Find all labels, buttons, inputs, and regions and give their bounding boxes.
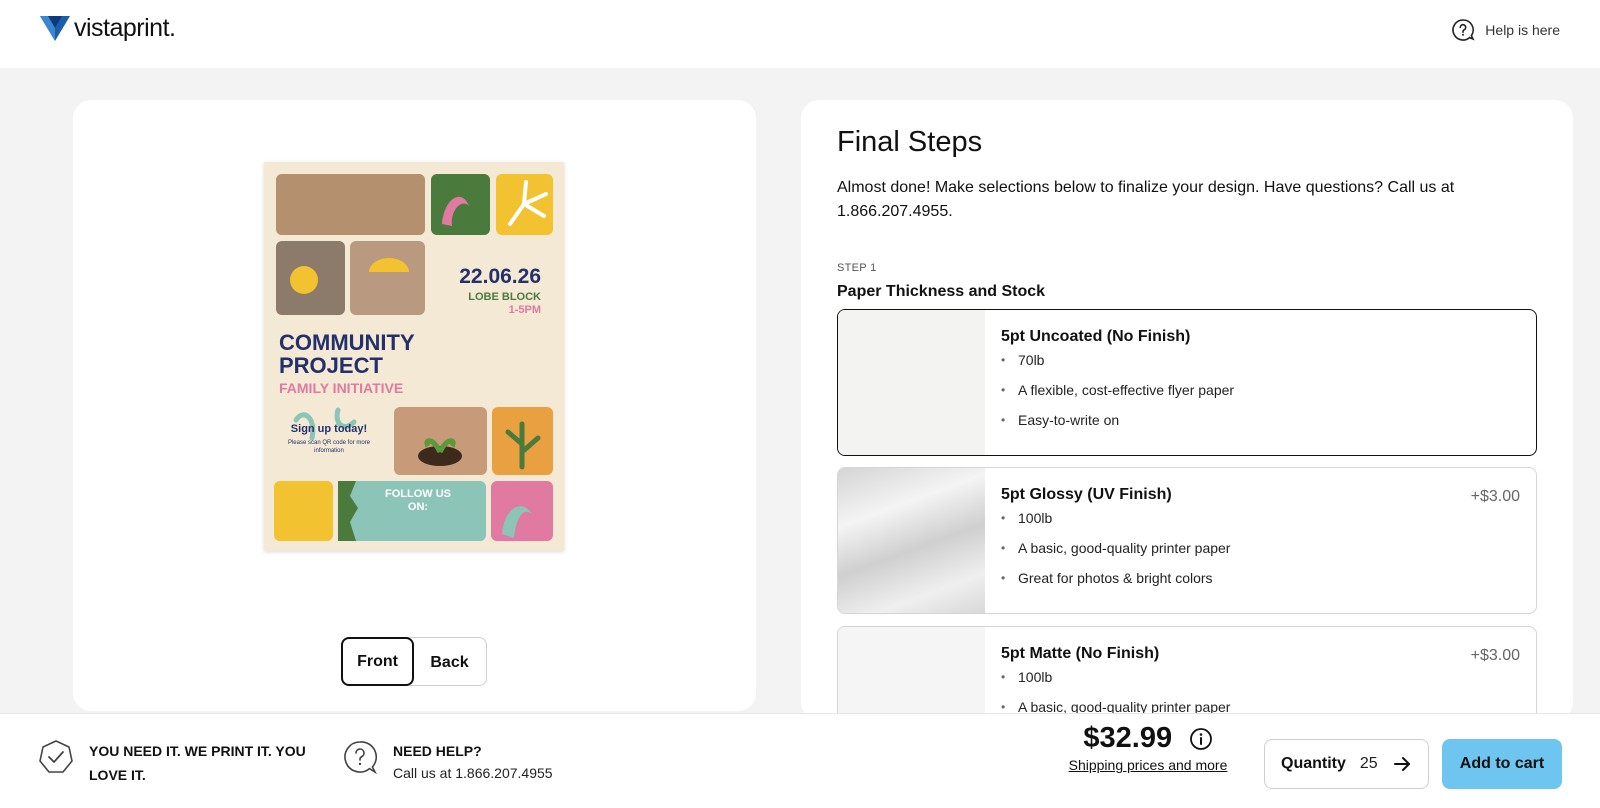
- promo-text: YOU NEED IT. WE PRINT IT. YOU LOVE IT.: [89, 743, 306, 783]
- paper-option-bullet: 100lb: [1001, 669, 1230, 699]
- flyer-date: 22.06.26: [459, 265, 541, 288]
- help-link[interactable]: Help is here: [1451, 18, 1560, 42]
- total-price: $32.99: [1083, 722, 1173, 754]
- need-help-block[interactable]: NEED HELP? Call us at 1.866.207.4955: [342, 739, 553, 783]
- step-title: Paper Thickness and Stock: [837, 283, 1046, 300]
- arrow-right-icon: [1394, 757, 1410, 771]
- paper-swatch-glossy: [838, 468, 985, 613]
- flyer-signup-sub-1: Please scan QR code for more: [288, 440, 371, 446]
- paper-option-uncoated[interactable]: 5pt Uncoated (No Finish) 70lb A flexible…: [837, 309, 1537, 456]
- step-label: STEP 1: [837, 262, 877, 274]
- vistaprint-logo[interactable]: vistaprint.: [40, 14, 176, 43]
- need-help-title: NEED HELP?: [393, 743, 482, 759]
- flyer-green-tile: [431, 174, 490, 235]
- paper-option-matte[interactable]: 5pt Matte (No Finish) 100lb A basic, goo…: [837, 626, 1537, 720]
- flyer-headline-2: PROJECT: [279, 353, 383, 378]
- flyer-venue: LOBE BLOCK: [468, 291, 541, 303]
- need-help-phone: Call us at 1.866.207.4955: [393, 765, 553, 781]
- flyer-follow-2: ON:: [408, 501, 428, 513]
- side-toggle: Front Back: [341, 637, 487, 686]
- brand-name: vistaprint.: [74, 14, 176, 42]
- info-circle-icon[interactable]: [1189, 727, 1213, 751]
- help-label: Help is here: [1485, 22, 1560, 38]
- flyer-time: 1-5PM: [509, 304, 541, 316]
- quantity-label: Quantity: [1281, 755, 1346, 772]
- paper-option-bullet: A basic, good-quality printer paper: [1001, 540, 1230, 570]
- flyer-headline-1: COMMUNITY: [279, 330, 415, 355]
- paper-option-price: +$3.00: [1470, 647, 1520, 664]
- shipping-link[interactable]: Shipping prices and more: [1058, 757, 1238, 773]
- final-steps-title: Final Steps: [837, 126, 983, 158]
- paper-option-bullet: 100lb: [1001, 510, 1230, 540]
- question-circle-icon: [1452, 19, 1475, 41]
- final-steps-card: Final Steps Almost done! Make selections…: [801, 100, 1573, 720]
- paper-swatch-matte: [838, 627, 985, 720]
- footer-bar: YOU NEED IT. WE PRINT IT. YOU LOVE IT. N…: [0, 713, 1600, 808]
- flyer-photo-people-2: [350, 241, 425, 315]
- paper-option-bullet: 70lb: [1001, 352, 1234, 382]
- back-button[interactable]: Back: [413, 638, 486, 687]
- flyer-yellow-block: [274, 481, 333, 541]
- add-to-cart-button[interactable]: Add to cart: [1442, 739, 1562, 789]
- paper-option-bullet: A flexible, cost-effective flyer paper: [1001, 382, 1234, 412]
- paper-option-price: +$3.00: [1470, 488, 1520, 505]
- promo-block: YOU NEED IT. WE PRINT IT. YOU LOVE IT.: [38, 739, 309, 787]
- price-block: $32.99 Shipping prices and more: [1058, 722, 1238, 773]
- vistaprint-logo-icon: [40, 15, 70, 41]
- paper-option-name: 5pt Glossy (UV Finish): [1001, 486, 1172, 503]
- paper-option-name: 5pt Matte (No Finish): [1001, 645, 1160, 662]
- flyer-signup: Sign up today!: [291, 423, 367, 435]
- paper-option-bullet: Easy-to-write on: [1001, 412, 1234, 442]
- paper-option-name: 5pt Uncoated (No Finish): [1001, 328, 1191, 345]
- paper-option-bullet: Great for photos & bright colors: [1001, 570, 1230, 600]
- flyer-subhead: FAMILY INITIATIVE: [279, 380, 403, 396]
- quantity-selector[interactable]: Quantity 25: [1264, 739, 1429, 789]
- badge-check-icon: [39, 740, 73, 773]
- flyer-preview: 22.06.26 LOBE BLOCK 1-5PM COMMUNITY PROJ…: [264, 162, 564, 551]
- flyer-signup-sub-2: information: [314, 448, 344, 454]
- top-bar: vistaprint. Help is here: [0, 0, 1600, 68]
- preview-card: 22.06.26 LOBE BLOCK 1-5PM COMMUNITY PROJ…: [73, 100, 756, 711]
- chat-question-icon: [344, 741, 378, 775]
- flyer-follow-1: FOLLOW US: [385, 488, 451, 500]
- paper-swatch-uncoated: [838, 310, 985, 455]
- final-steps-intro: Almost done! Make selections below to fi…: [837, 179, 1455, 220]
- paper-option-glossy[interactable]: 5pt Glossy (UV Finish) 100lb A basic, go…: [837, 467, 1537, 614]
- front-button[interactable]: Front: [341, 637, 414, 686]
- quantity-value: 25: [1359, 755, 1378, 772]
